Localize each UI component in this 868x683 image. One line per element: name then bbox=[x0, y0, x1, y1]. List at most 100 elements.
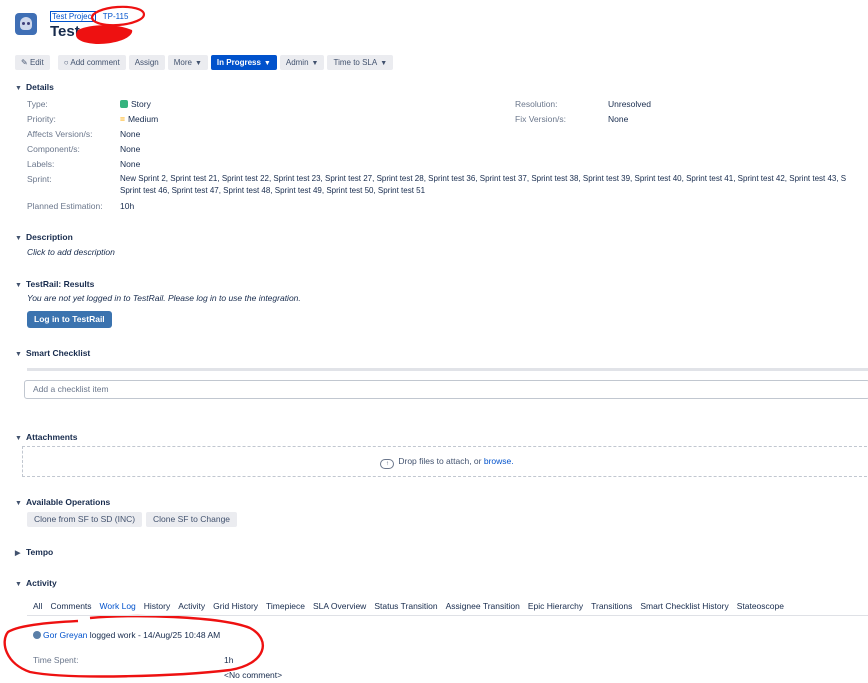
activity-tab-all[interactable]: All bbox=[33, 601, 42, 611]
fix-version-label: Fix Version/s: bbox=[515, 114, 567, 124]
activity-tab-history[interactable]: History bbox=[144, 601, 170, 611]
admin-label: Admin bbox=[285, 58, 309, 67]
sprint-label: Sprint: bbox=[27, 174, 52, 184]
activity-tab-transitions[interactable]: Transitions bbox=[591, 601, 632, 611]
sprint-value-line1[interactable]: New Sprint 2, Sprint test 21, Sprint tes… bbox=[120, 174, 846, 183]
chevron-down-icon: ▼ bbox=[263, 60, 271, 67]
chevron-down-icon: ▼ bbox=[15, 581, 22, 588]
clone-sf-to-sd-button[interactable]: Clone from SF to SD (INC) bbox=[27, 512, 143, 527]
priority-medium-icon: = bbox=[120, 114, 125, 124]
worklog-comment: <No comment> bbox=[224, 670, 283, 680]
activity-tab-grid-history[interactable]: Grid History bbox=[213, 601, 258, 611]
labels-label: Labels: bbox=[27, 159, 55, 169]
activity-tab-assignee-transition[interactable]: Assignee Transition bbox=[446, 601, 520, 611]
resolution-label: Resolution: bbox=[515, 99, 558, 109]
description-placeholder[interactable]: Click to add description bbox=[27, 247, 115, 257]
details-section-toggle[interactable]: ▼ Details bbox=[15, 82, 54, 92]
time-to-sla-button[interactable]: Time to SLA ▼ bbox=[327, 55, 394, 70]
testrail-login-button[interactable]: Log in to TestRail bbox=[27, 311, 112, 328]
chevron-down-icon: ▼ bbox=[311, 60, 319, 67]
chevron-right-icon: ▶ bbox=[15, 550, 21, 557]
browse-link[interactable]: browse. bbox=[484, 456, 514, 466]
time-spent-value: 1h bbox=[224, 655, 234, 665]
operations-section-toggle[interactable]: ▼ Available Operations bbox=[15, 497, 110, 507]
activity-tab-timepiece[interactable]: Timepiece bbox=[266, 601, 305, 611]
more-label: More bbox=[173, 58, 192, 67]
chevron-down-icon: ▼ bbox=[15, 85, 22, 92]
description-section-toggle[interactable]: ▼ Description bbox=[15, 232, 73, 242]
worklog-action-text: logged work - 14/Aug/25 10:48 AM bbox=[89, 630, 221, 640]
more-button[interactable]: More ▼ bbox=[167, 55, 208, 70]
activity-divider bbox=[27, 615, 868, 616]
chevron-down-icon: ▼ bbox=[380, 60, 388, 67]
checklist-heading: Smart Checklist bbox=[26, 348, 91, 358]
issue-toolbar: ✎ Edit ○ Add comment Assign More ▼ In Pro… bbox=[15, 55, 394, 70]
activity-tab-work-log[interactable]: Work Log bbox=[100, 601, 136, 611]
comment-icon: ○ bbox=[63, 58, 69, 67]
activity-section-toggle[interactable]: ▼ Activity bbox=[15, 578, 57, 588]
activity-tab-stateoscope[interactable]: Stateoscope bbox=[737, 601, 784, 611]
time-spent-label: Time Spent: bbox=[33, 655, 79, 665]
testrail-message: You are not yet logged in to TestRail. P… bbox=[27, 293, 301, 303]
activity-tab-comments[interactable]: Comments bbox=[50, 601, 91, 611]
assign-button[interactable]: Assign bbox=[128, 55, 165, 70]
activity-tab-status-transition[interactable]: Status Transition bbox=[374, 601, 437, 611]
fix-version-value[interactable]: None bbox=[608, 114, 628, 124]
chevron-down-icon: ▼ bbox=[15, 282, 22, 289]
chevron-down-icon: ▼ bbox=[15, 235, 22, 242]
attachments-heading: Attachments bbox=[26, 432, 78, 442]
priority-label: Priority: bbox=[27, 114, 56, 124]
checklist-item-input[interactable]: Add a checklist item bbox=[24, 380, 868, 399]
chevron-down-icon: ▼ bbox=[15, 500, 22, 507]
priority-value[interactable]: = Medium bbox=[120, 114, 158, 124]
add-comment-button[interactable]: ○ Add comment bbox=[57, 55, 126, 70]
tempo-heading: Tempo bbox=[26, 547, 54, 557]
operations-heading: Available Operations bbox=[26, 497, 111, 507]
attachment-dropzone[interactable]: ↑ Drop files to attach, or browse. bbox=[22, 446, 868, 477]
component-label: Component/s: bbox=[27, 144, 80, 154]
tempo-section-toggle[interactable]: ▶ Tempo bbox=[15, 547, 53, 557]
activity-tab-smart-checklist-history[interactable]: Smart Checklist History bbox=[640, 601, 728, 611]
activity-tab-activity[interactable]: Activity bbox=[178, 601, 205, 611]
component-value[interactable]: None bbox=[120, 144, 140, 154]
activity-tab-epic-hierarchy[interactable]: Epic Hierarchy bbox=[528, 601, 583, 611]
edit-button[interactable]: ✎ Edit bbox=[15, 55, 50, 70]
type-value[interactable]: Story bbox=[120, 99, 151, 109]
description-heading: Description bbox=[26, 232, 73, 242]
status-in-progress-button[interactable]: In Progress ▼ bbox=[210, 55, 277, 70]
chevron-down-icon: ▼ bbox=[194, 60, 202, 67]
affects-version-value[interactable]: None bbox=[120, 129, 140, 139]
drop-text: Drop files to attach, or bbox=[398, 456, 482, 466]
sprint-value-line2[interactable]: Sprint test 46, Sprint test 47, Sprint t… bbox=[120, 186, 425, 195]
story-icon bbox=[120, 100, 128, 108]
type-label: Type: bbox=[27, 99, 48, 109]
status-label: In Progress bbox=[216, 58, 261, 67]
priority-text: Medium bbox=[127, 114, 159, 124]
estimation-value[interactable]: 10h bbox=[120, 201, 134, 211]
activity-tab-sla-overview[interactable]: SLA Overview bbox=[313, 601, 366, 611]
details-heading: Details bbox=[26, 82, 54, 92]
estimation-label: Planned Estimation: bbox=[27, 201, 103, 211]
cloud-upload-icon: ↑ bbox=[380, 459, 395, 469]
annotation-circle-issue-key bbox=[90, 5, 146, 27]
add-comment-label: Add comment bbox=[70, 58, 120, 67]
clone-sf-to-change-button[interactable]: Clone SF to Change bbox=[146, 512, 238, 527]
annotation-scribble-title bbox=[76, 25, 133, 44]
checklist-section-toggle[interactable]: ▼ Smart Checklist bbox=[15, 348, 90, 358]
chevron-down-icon: ▼ bbox=[15, 351, 22, 358]
labels-value[interactable]: None bbox=[120, 159, 140, 169]
admin-button[interactable]: Admin ▼ bbox=[279, 55, 325, 70]
checklist-progress-bar bbox=[27, 368, 868, 371]
testrail-heading: TestRail: Results bbox=[26, 279, 95, 289]
attachments-section-toggle[interactable]: ▼ Attachments bbox=[15, 432, 77, 442]
resolution-value: Unresolved bbox=[608, 99, 651, 109]
pencil-icon: ✎ bbox=[21, 58, 28, 67]
activity-heading: Activity bbox=[26, 578, 57, 588]
type-text: Story bbox=[131, 99, 151, 109]
worklog-user-link[interactable]: Gor Greyan bbox=[43, 630, 87, 640]
testrail-section-toggle[interactable]: ▼ TestRail: Results bbox=[15, 279, 94, 289]
user-avatar-icon[interactable] bbox=[33, 631, 41, 639]
time-to-sla-label: Time to SLA bbox=[333, 58, 378, 67]
edit-label: Edit bbox=[29, 58, 44, 67]
worklog-entry-header: Gor Greyan logged work - 14/Aug/25 10:48… bbox=[33, 630, 220, 640]
